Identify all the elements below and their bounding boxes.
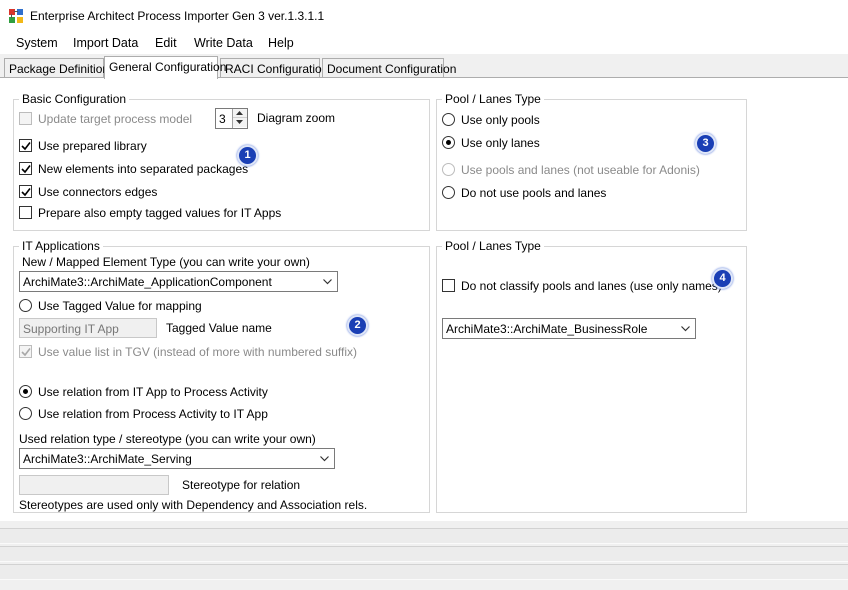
check-icon bbox=[21, 142, 31, 151]
radio-use-pools-and-lanes-label: Use pools and lanes (not useable for Ado… bbox=[461, 163, 700, 177]
tab-package-definition[interactable]: Package Definition bbox=[4, 58, 109, 78]
radio-relation-activity-to-app[interactable] bbox=[19, 407, 32, 420]
element-type-label: New / Mapped Element Type (you can write… bbox=[22, 255, 310, 269]
relation-type-label: Used relation type / stereotype (you can… bbox=[19, 432, 316, 446]
do-not-classify-label: Do not classify pools and lanes (use onl… bbox=[461, 279, 722, 293]
diagram-zoom-label: Diagram zoom bbox=[257, 111, 336, 125]
tab-general-configuration[interactable]: General Configuration bbox=[104, 56, 226, 79]
chevron-down-icon bbox=[323, 279, 332, 285]
check-icon bbox=[21, 348, 31, 357]
window-title: Enterprise Architect Process Importer Ge… bbox=[30, 9, 325, 23]
tagged-value-name-input[interactable]: Supporting IT App bbox=[19, 318, 157, 338]
app-icon bbox=[9, 9, 23, 23]
menu-edit[interactable]: Edit bbox=[155, 36, 177, 50]
new-elements-checkbox[interactable] bbox=[19, 162, 32, 175]
relation-type-combo[interactable]: ArchiMate3::ArchiMate_Serving bbox=[19, 448, 335, 469]
spin-down-button[interactable] bbox=[233, 118, 247, 127]
radio-use-only-lanes-label: Use only lanes bbox=[461, 136, 540, 150]
radio-use-tagged-value-label: Use Tagged Value for mapping bbox=[38, 299, 202, 313]
use-prepared-library-label: Use prepared library bbox=[38, 139, 147, 153]
pool-lanes-title-top: Pool / Lanes Type bbox=[442, 92, 544, 106]
basic-configuration-title: Basic Configuration bbox=[19, 92, 130, 106]
menu-bar: System Import Data Edit Write Data Help bbox=[0, 32, 848, 54]
radio-use-only-pools-label: Use only pools bbox=[461, 113, 540, 127]
chevron-down-icon bbox=[681, 326, 690, 332]
status-strip-3 bbox=[0, 564, 848, 580]
stereotype-note: Stereotypes are used only with Dependenc… bbox=[19, 498, 368, 512]
callout-badge-3: 3 bbox=[695, 133, 716, 154]
spin-up-button[interactable] bbox=[233, 109, 247, 118]
prepare-empty-tv-label: Prepare also empty tagged values for IT … bbox=[38, 206, 282, 220]
title-bar: Enterprise Architect Process Importer Ge… bbox=[0, 0, 848, 32]
radio-relation-activity-to-app-label: Use relation from Process Activity to IT… bbox=[38, 407, 268, 421]
tagged-value-name-label: Tagged Value name bbox=[166, 321, 272, 335]
update-target-label: Update target process model bbox=[38, 112, 193, 126]
check-icon bbox=[21, 165, 31, 174]
check-icon bbox=[21, 188, 31, 197]
status-strip-2 bbox=[0, 546, 848, 562]
menu-write-data[interactable]: Write Data bbox=[194, 36, 253, 50]
radio-relation-app-to-activity-label: Use relation from IT App to Process Acti… bbox=[38, 385, 268, 399]
tab-raci-configuration[interactable]: RACI Configuration bbox=[220, 58, 328, 78]
status-strip-1 bbox=[0, 528, 848, 544]
menu-help[interactable]: Help bbox=[268, 36, 294, 50]
pool-lanes-title-bottom: Pool / Lanes Type bbox=[442, 239, 544, 253]
diagram-zoom-value: 3 bbox=[219, 112, 226, 126]
stereotype-input[interactable] bbox=[19, 475, 169, 495]
use-connectors-checkbox[interactable] bbox=[19, 185, 32, 198]
use-value-list-checkbox[interactable] bbox=[19, 345, 32, 358]
callout-badge-1: 1 bbox=[237, 145, 258, 166]
tab-document-configuration[interactable]: Document Configuration bbox=[322, 58, 456, 78]
chevron-down-icon bbox=[320, 456, 329, 462]
callout-badge-2: 2 bbox=[347, 315, 368, 336]
use-connectors-label: Use connectors edges bbox=[38, 185, 158, 199]
tab-strip: Package Definition General Configuration… bbox=[0, 56, 848, 79]
radio-use-only-lanes[interactable] bbox=[442, 136, 455, 149]
element-type-value: ArchiMate3::ArchiMate_ApplicationCompone… bbox=[23, 275, 272, 289]
update-target-checkbox[interactable] bbox=[19, 112, 32, 125]
radio-do-not-use-pools[interactable] bbox=[442, 186, 455, 199]
radio-use-pools-and-lanes[interactable] bbox=[442, 163, 455, 176]
radio-selected-dot bbox=[23, 389, 28, 394]
radio-use-tagged-value[interactable] bbox=[19, 299, 32, 312]
menu-system[interactable]: System bbox=[16, 36, 58, 50]
use-value-list-label: Use value list in TGV (instead of more w… bbox=[38, 345, 358, 359]
callout-badge-4: 4 bbox=[712, 268, 733, 289]
stereotype-label: Stereotype for relation bbox=[182, 478, 301, 492]
element-type-combo[interactable]: ArchiMate3::ArchiMate_ApplicationCompone… bbox=[19, 271, 338, 292]
business-role-value: ArchiMate3::ArchiMate_BusinessRole bbox=[446, 322, 648, 336]
radio-relation-app-to-activity[interactable] bbox=[19, 385, 32, 398]
radio-selected-dot bbox=[446, 140, 451, 145]
radio-do-not-use-pools-label: Do not use pools and lanes bbox=[461, 186, 607, 200]
prepare-empty-tv-checkbox[interactable] bbox=[19, 206, 32, 219]
do-not-classify-checkbox[interactable] bbox=[442, 279, 455, 292]
spin-down-icon bbox=[236, 120, 243, 124]
use-prepared-library-checkbox[interactable] bbox=[19, 139, 32, 152]
new-elements-label: New elements into separated packages bbox=[38, 162, 249, 176]
menu-import-data[interactable]: Import Data bbox=[73, 36, 138, 50]
radio-use-only-pools[interactable] bbox=[442, 113, 455, 126]
it-applications-title: IT Applications bbox=[19, 239, 103, 253]
business-role-combo[interactable]: ArchiMate3::ArchiMate_BusinessRole bbox=[442, 318, 696, 339]
relation-type-value: ArchiMate3::ArchiMate_Serving bbox=[23, 452, 192, 466]
diagram-zoom-spinner[interactable]: 3 bbox=[215, 108, 248, 129]
spin-up-icon bbox=[236, 111, 243, 115]
